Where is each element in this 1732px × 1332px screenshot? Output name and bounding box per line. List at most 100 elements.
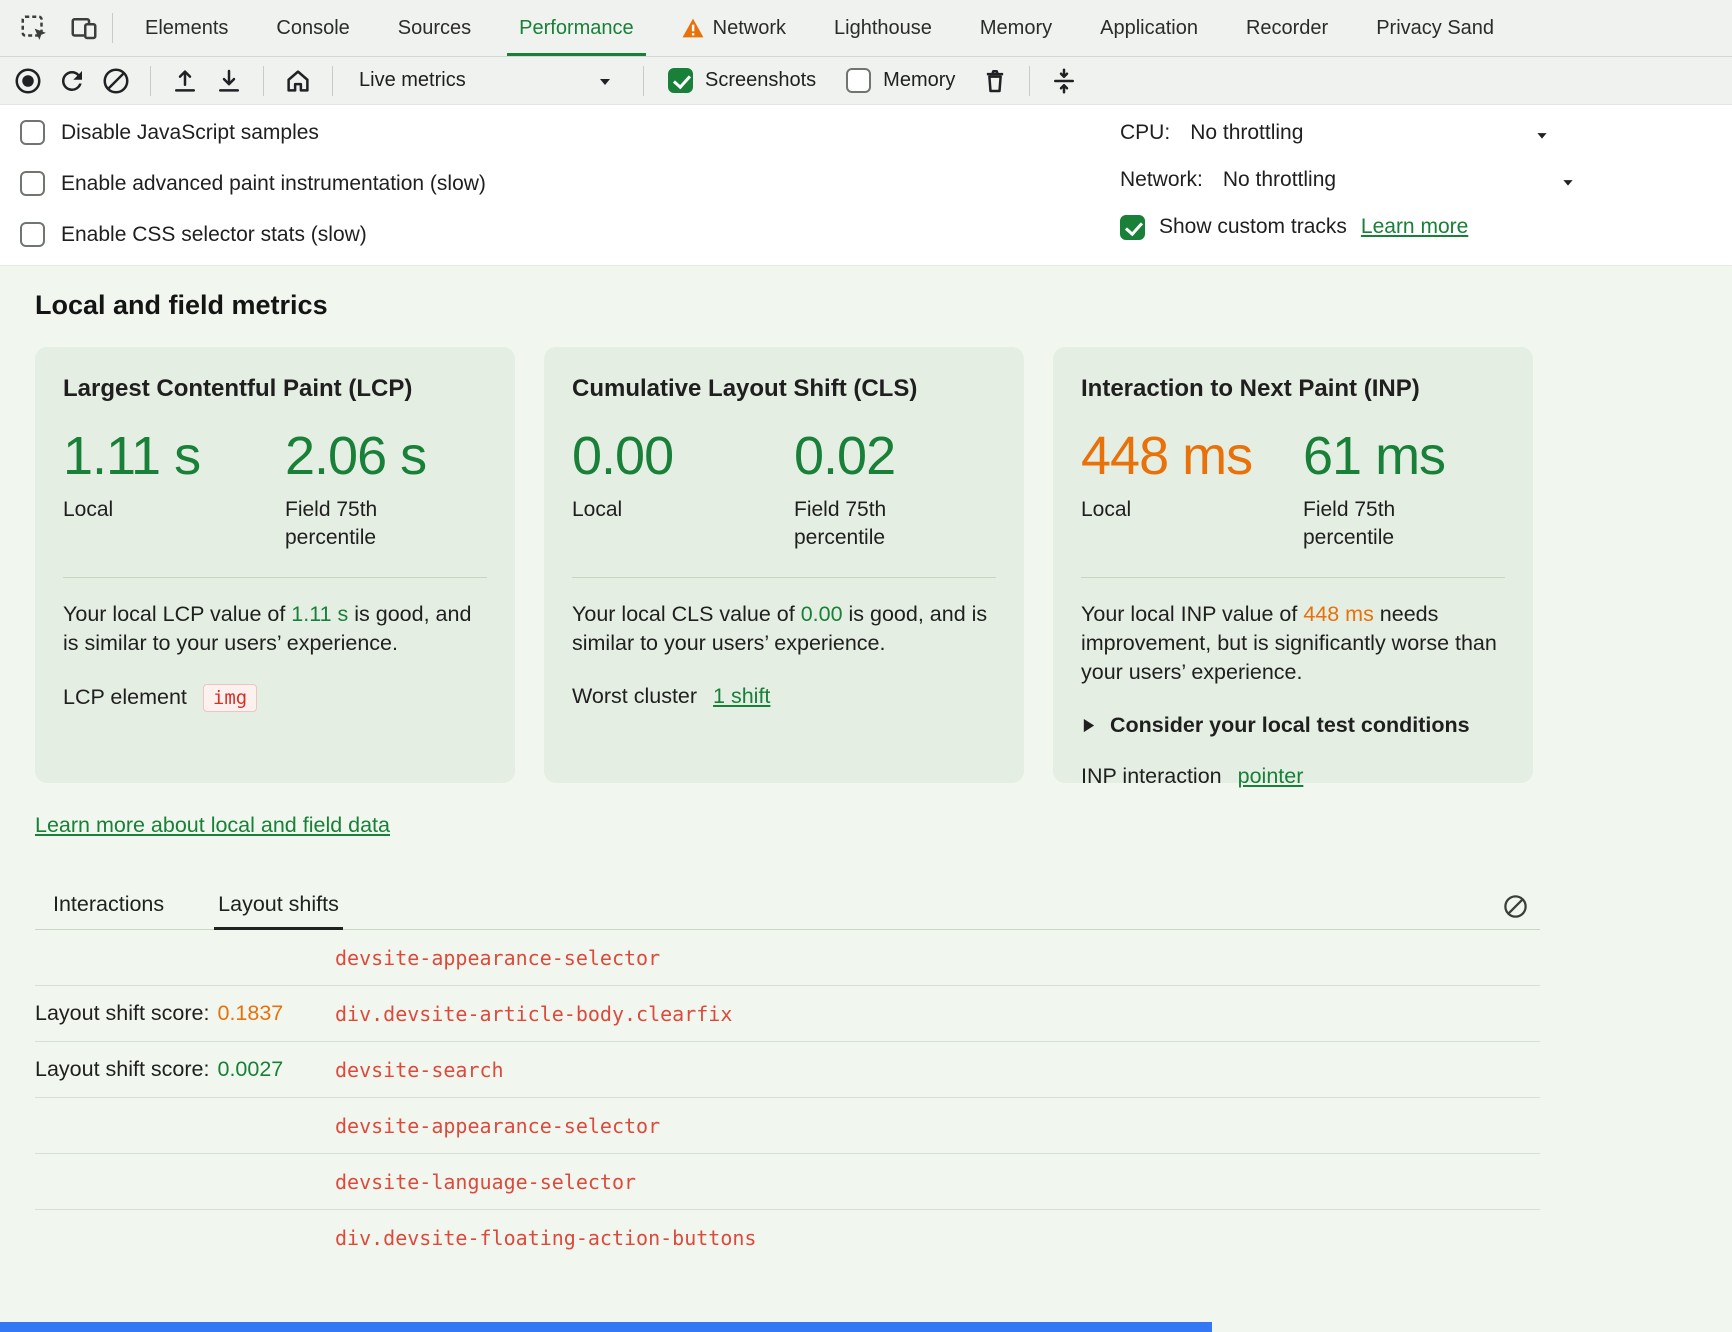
local-field-learn-more-link[interactable]: Learn more about local and field data	[35, 813, 390, 837]
inp-card-title: Interaction to Next Paint (INP)	[1081, 375, 1505, 403]
shift-element-node-link[interactable]: div.devsite-floating-action-buttons	[335, 1226, 756, 1250]
block-icon	[101, 66, 131, 96]
worst-cluster-link[interactable]: 1 shift	[713, 684, 770, 709]
metric-card-lcp: Largest Contentful Paint (LCP) 1.11 s Lo…	[35, 347, 515, 783]
checkbox-unchecked-icon	[846, 68, 871, 93]
cls-description: Your local CLS value of 0.00 is good, an…	[572, 600, 996, 658]
record-button[interactable]	[10, 63, 46, 99]
memory-checkbox[interactable]: Memory	[838, 68, 969, 93]
disclosure-triangle-icon	[1081, 717, 1096, 734]
lcp-element-label: LCP element	[63, 685, 187, 710]
download-icon	[214, 66, 244, 96]
tab-recorder[interactable]: Recorder	[1222, 0, 1352, 56]
inp-local-value: 448 ms	[1081, 429, 1303, 484]
performance-toolbar: Live metrics Screenshots Memory	[0, 57, 1732, 105]
save-profile-button[interactable]	[211, 63, 247, 99]
layout-shift-row[interactable]: devsite-appearance-selector	[35, 930, 1540, 986]
cpu-value: No throttling	[1190, 121, 1303, 145]
chevron-down-icon	[1531, 124, 1553, 146]
shift-element-node-link[interactable]: devsite-language-selector	[335, 1170, 636, 1194]
tab-sources[interactable]: Sources	[374, 0, 495, 56]
live-metrics-home-button[interactable]	[280, 63, 316, 99]
checkbox-unchecked-icon	[20, 222, 45, 247]
lcp-element-node-link[interactable]: img	[203, 684, 257, 712]
device-toolbar-button[interactable]	[66, 10, 102, 46]
tab-performance[interactable]: Performance	[495, 0, 658, 56]
cls-local-label: Local	[572, 496, 794, 524]
clear-log-button[interactable]	[1499, 890, 1532, 923]
upload-icon	[170, 66, 200, 96]
tab-layout-shifts[interactable]: Layout shifts	[214, 892, 343, 929]
tab-console[interactable]: Console	[252, 0, 373, 56]
record-icon	[13, 66, 43, 96]
cls-local-value: 0.00	[572, 429, 794, 484]
checkbox-unchecked-icon	[20, 120, 45, 145]
layout-shift-row[interactable]: div.devsite-floating-action-buttons	[35, 1210, 1540, 1266]
screenshots-checkbox[interactable]: Screenshots	[660, 68, 830, 93]
inspect-cursor-icon	[19, 13, 49, 43]
warning-icon	[682, 18, 704, 38]
layout-shift-row[interactable]: Layout shift score:0.0027 devsite-search	[35, 1042, 1540, 1098]
block-icon	[1502, 893, 1529, 920]
shift-element-node-link[interactable]: devsite-appearance-selector	[335, 946, 660, 970]
tab-elements[interactable]: Elements	[121, 0, 252, 56]
capture-settings-toggle-button[interactable]	[1046, 63, 1082, 99]
network-label: Network:	[1120, 168, 1203, 192]
log-tabs: Interactions Layout shifts	[35, 884, 1540, 930]
cpu-throttling-select[interactable]: CPU: No throttling	[1120, 120, 1565, 146]
capture-settings-right: CPU: No throttling Network: No throttlin…	[1120, 120, 1565, 240]
load-profile-button[interactable]	[167, 63, 203, 99]
tab-application[interactable]: Application	[1076, 0, 1222, 56]
layout-shift-row[interactable]: devsite-appearance-selector	[35, 1098, 1540, 1154]
horizontal-scrollbar-thumb[interactable]	[0, 1322, 1212, 1332]
layout-shift-row[interactable]: devsite-language-selector	[35, 1154, 1540, 1210]
metric-card-cls: Cumulative Layout Shift (CLS) 0.00 Local…	[544, 347, 1024, 783]
vertical-align-icon	[1049, 66, 1079, 96]
tab-interactions[interactable]: Interactions	[49, 892, 168, 929]
shift-element-node-link[interactable]: devsite-appearance-selector	[335, 1114, 660, 1138]
network-throttling-select[interactable]: Network: No throttling	[1120, 167, 1565, 193]
toolbar-divider	[332, 66, 333, 96]
local-test-conditions-disclosure[interactable]: Consider your local test conditions	[1081, 713, 1505, 738]
inspect-element-button[interactable]	[16, 10, 52, 46]
metric-cards: Largest Contentful Paint (LCP) 1.11 s Lo…	[35, 347, 1540, 783]
custom-tracks-learn-more-link[interactable]: Learn more	[1361, 215, 1468, 239]
toolbar-divider	[150, 66, 151, 96]
cls-card-title: Cumulative Layout Shift (CLS)	[572, 375, 996, 403]
lcp-values: 1.11 s Local 2.06 s Field 75th percentil…	[63, 429, 487, 553]
custom-tracks-row: Show custom tracks Learn more	[1120, 214, 1565, 240]
tab-network[interactable]: Network	[658, 0, 810, 56]
inp-interaction-label: INP interaction	[1081, 764, 1222, 789]
clear-button[interactable]	[98, 63, 134, 99]
chevron-down-icon	[593, 69, 617, 93]
card-divider	[1081, 577, 1505, 578]
lcp-local-value: 1.11 s	[63, 429, 285, 484]
shift-element-node-link[interactable]: div.devsite-article-body.clearfix	[335, 1002, 732, 1026]
checkbox-unchecked-icon	[20, 171, 45, 196]
toolbar-divider	[643, 66, 644, 96]
learn-more-row: Learn more about local and field data	[35, 813, 1540, 838]
network-value: No throttling	[1223, 168, 1336, 192]
record-and-reload-button[interactable]	[54, 63, 90, 99]
inp-interaction-link[interactable]: pointer	[1238, 764, 1304, 789]
checkbox-checked-icon	[668, 68, 693, 93]
lcp-field-value: 2.06 s	[285, 429, 426, 484]
cls-field-label: Field 75th percentile	[794, 496, 926, 553]
inp-local-label: Local	[1081, 496, 1303, 524]
tab-privacy-sandbox[interactable]: Privacy Sand	[1352, 0, 1518, 56]
tab-lighthouse[interactable]: Lighthouse	[810, 0, 956, 56]
history-dropdown[interactable]: Live metrics	[349, 65, 627, 97]
tab-memory[interactable]: Memory	[956, 0, 1076, 56]
lcp-local-label: Local	[63, 496, 285, 524]
custom-tracks-checkbox[interactable]	[1120, 215, 1145, 240]
worst-cluster-label: Worst cluster	[572, 684, 697, 709]
card-divider	[63, 577, 487, 578]
cpu-label: CPU:	[1120, 121, 1170, 145]
cls-field-value: 0.02	[794, 429, 926, 484]
layout-shift-row[interactable]: Layout shift score:0.1837 div.devsite-ar…	[35, 986, 1540, 1042]
shift-element-node-link[interactable]: devsite-search	[335, 1058, 504, 1082]
collect-garbage-button[interactable]	[977, 63, 1013, 99]
home-icon	[283, 66, 313, 96]
inp-interaction-row: INP interaction pointer	[1081, 764, 1505, 789]
cls-worst-cluster-row: Worst cluster 1 shift	[572, 684, 996, 709]
